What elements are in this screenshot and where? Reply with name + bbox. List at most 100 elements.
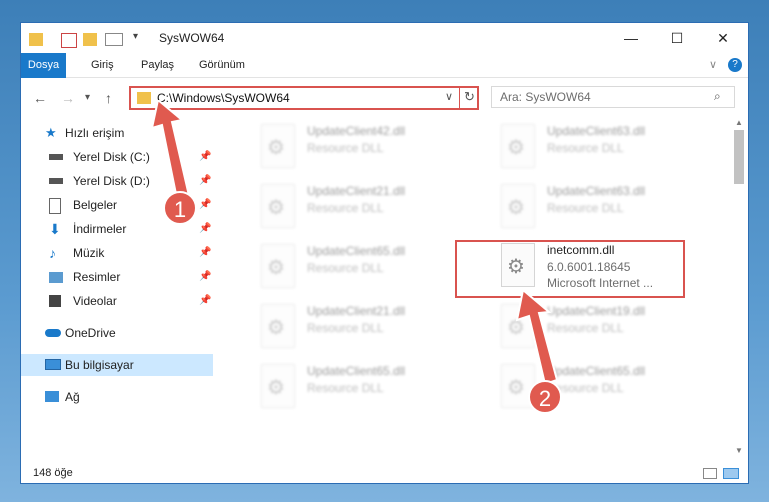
dll-file-icon: ⚙: [261, 364, 295, 408]
sidebar-item-label: Resimler: [73, 270, 121, 284]
navigation-bar: ← → ▾ ↑ C:\Windows\SysWOW64 ∨ ↻ Ara: Sys…: [21, 78, 748, 118]
highlight-box-file: [455, 240, 685, 298]
window-title: SysWOW64: [159, 31, 225, 45]
pin-icon: 📌: [199, 295, 212, 306]
view-icon[interactable]: [105, 33, 123, 46]
divider: [459, 88, 460, 108]
pin-icon: 📌: [199, 175, 212, 186]
sidebar-item-label: Müzik: [73, 246, 105, 260]
sidebar-item-network[interactable]: Ağ: [21, 386, 213, 408]
sidebar-item-videos[interactable]: Videolar 📌: [21, 290, 213, 312]
new-folder-icon[interactable]: [83, 33, 97, 46]
chevron-down-icon[interactable]: ∨: [445, 90, 453, 103]
pin-icon: 📌: [199, 151, 212, 162]
step-badge-1: 1: [163, 191, 197, 225]
sidebar-item-label: Belgeler: [73, 198, 118, 212]
title-bar: ▾ SysWOW64 — ☐ ✕: [21, 23, 748, 53]
network-icon: [45, 391, 59, 402]
sidebar-item-label: Ağ: [65, 390, 80, 404]
recent-chevron-icon[interactable]: ▾: [85, 92, 90, 103]
file-type: Resource DLL: [547, 201, 624, 215]
sidebar-item-label: OneDrive: [65, 326, 116, 340]
file-name: UpdateClient42.dll: [307, 124, 406, 138]
details-view-icon[interactable]: [703, 468, 717, 479]
folder-icon: [29, 33, 43, 46]
refresh-icon[interactable]: ↻: [464, 89, 475, 105]
dll-file-icon: ⚙: [261, 184, 295, 228]
dll-file-icon: ⚙: [261, 124, 295, 168]
arrow-to-file: [515, 290, 559, 386]
folder-icon: [137, 92, 151, 104]
dll-file-icon: ⚙: [501, 124, 535, 168]
sidebar-item-this-pc[interactable]: Bu bilgisayar: [21, 354, 213, 376]
file-name: UpdateClient63.dll: [547, 124, 646, 138]
sidebar-item-pictures[interactable]: Resimler 📌: [21, 266, 213, 288]
forward-icon[interactable]: →: [61, 90, 75, 106]
file-type: Resource DLL: [307, 261, 384, 275]
expand-ribbon-icon[interactable]: ∨: [701, 53, 725, 77]
search-icon: ⌕: [714, 89, 721, 103]
file-type: Resource DLL: [307, 141, 384, 155]
step-badge-2: 2: [528, 380, 562, 414]
file-item[interactable]: ⚙ UpdateClient65.dll Resource DLL: [241, 238, 471, 296]
tab-view[interactable]: Görünüm: [191, 53, 253, 77]
music-icon: ♪: [49, 245, 56, 261]
pin-icon: 📌: [199, 247, 212, 258]
computer-icon: [45, 359, 61, 370]
item-count: 148 öğe: [33, 467, 73, 479]
tab-share[interactable]: Paylaş: [133, 53, 182, 77]
file-item[interactable]: ⚙ UpdateClient65.dll Resource DLL: [241, 358, 471, 416]
pin-icon: 📌: [199, 271, 212, 282]
file-item[interactable]: ⚙ UpdateClient42.dll Resource DLL: [241, 118, 471, 176]
pictures-icon: [49, 272, 63, 283]
sidebar-item-label: Hızlı erişim: [65, 126, 125, 140]
star-icon: ★: [45, 125, 57, 140]
search-input[interactable]: Ara: SysWOW64 ⌕: [491, 86, 735, 108]
sidebar-item-label: Videolar: [73, 294, 117, 308]
sidebar-item-label: İndirmeler: [73, 222, 127, 236]
close-button[interactable]: ✕: [700, 23, 746, 53]
scroll-down-icon[interactable]: ▼: [735, 446, 743, 455]
file-name: UpdateClient21.dll: [307, 304, 406, 318]
file-item[interactable]: ⚙ UpdateClient21.dll Resource DLL: [241, 178, 471, 236]
file-type: Resource DLL: [307, 201, 384, 215]
ribbon: Dosya Giriş Paylaş Görünüm ∨ ?: [21, 53, 748, 111]
vertical-scrollbar[interactable]: ▲ ▼: [730, 118, 748, 458]
maximize-button[interactable]: ☐: [654, 23, 700, 53]
search-placeholder: Ara: SysWOW64: [500, 90, 591, 104]
tiles-view-icon[interactable]: [723, 468, 739, 479]
scrollbar-thumb[interactable]: [734, 130, 744, 184]
file-item[interactable]: ⚙ UpdateClient63.dll Resource DLL: [481, 118, 711, 176]
file-type: Resource DLL: [307, 381, 384, 395]
file-item[interactable]: ⚙ UpdateClient63.dll Resource DLL: [481, 178, 711, 236]
back-icon[interactable]: ←: [33, 90, 47, 106]
dll-file-icon: ⚙: [261, 304, 295, 348]
help-icon[interactable]: ?: [728, 58, 742, 72]
videos-icon: [49, 295, 61, 307]
tab-home[interactable]: Giriş: [83, 53, 122, 77]
file-name: UpdateClient21.dll: [307, 184, 406, 198]
sidebar-item-label: Yerel Disk (C:): [73, 150, 150, 164]
up-icon[interactable]: ↑: [105, 90, 112, 106]
properties-icon[interactable]: [61, 33, 77, 48]
sidebar-item-onedrive[interactable]: OneDrive: [21, 322, 213, 344]
status-bar: 148 öğe: [21, 463, 748, 483]
cloud-icon: [45, 329, 61, 337]
scroll-up-icon[interactable]: ▲: [735, 118, 743, 127]
sidebar-item-label: Bu bilgisayar: [65, 358, 134, 372]
sidebar-item-music[interactable]: ♪ Müzik 📌: [21, 242, 213, 264]
dll-file-icon: ⚙: [261, 244, 295, 288]
drive-icon: [49, 178, 63, 184]
drive-icon: [49, 154, 63, 160]
chevron-down-icon[interactable]: ▾: [133, 31, 138, 47]
pin-icon: 📌: [199, 199, 212, 210]
dll-file-icon: ⚙: [501, 184, 535, 228]
file-item[interactable]: ⚙ UpdateClient21.dll Resource DLL: [241, 298, 471, 356]
file-name: UpdateClient65.dll: [307, 364, 406, 378]
file-name: UpdateClient63.dll: [547, 184, 646, 198]
file-name: UpdateClient65.dll: [307, 244, 406, 258]
minimize-button[interactable]: —: [608, 23, 654, 53]
file-type: Resource DLL: [547, 141, 624, 155]
download-icon: ⬇: [49, 221, 61, 237]
pin-icon: 📌: [199, 223, 212, 234]
